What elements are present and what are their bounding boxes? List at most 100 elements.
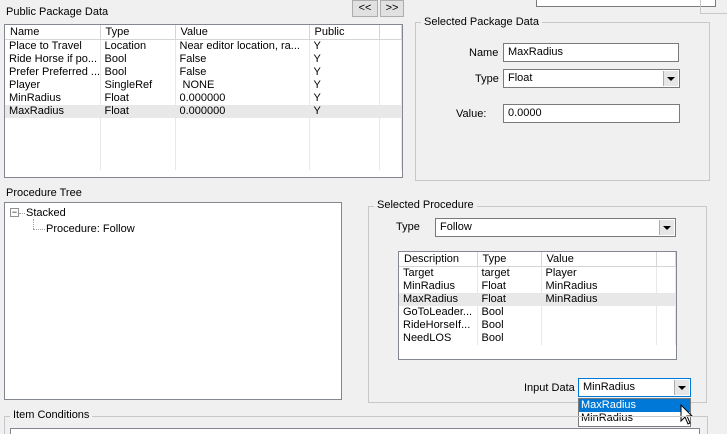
public-package-table: Name Type Value Public Place to Travel L… bbox=[5, 25, 402, 170]
procedure-tree[interactable]: − Stacked Procedure: Follow bbox=[4, 202, 342, 400]
table-row[interactable]: MinRadius Float 0.000000 Y bbox=[5, 92, 402, 105]
procedure-data-list[interactable]: Description Type Value Target target Pla… bbox=[398, 251, 677, 360]
selected-procedure-title: Selected Procedure bbox=[374, 199, 477, 211]
cell-public: Y bbox=[309, 53, 380, 66]
table-row[interactable]: MinRadius Float MinRadius bbox=[399, 280, 676, 293]
tree-node-stacked[interactable]: Stacked bbox=[26, 207, 66, 219]
cell-public: Y bbox=[309, 39, 380, 53]
partial-field bbox=[536, 0, 716, 7]
cell-type: Bool bbox=[477, 306, 542, 319]
cell-value: False bbox=[175, 53, 310, 66]
chevron-down-icon[interactable] bbox=[659, 220, 674, 235]
procedure-type-value: Follow bbox=[440, 221, 472, 233]
name-label: Name bbox=[469, 47, 499, 59]
cell-name: Place to Travel bbox=[5, 39, 101, 53]
cell-value bbox=[541, 319, 657, 332]
cell-type: Float bbox=[100, 92, 176, 105]
procedure-type-select[interactable]: Follow bbox=[435, 218, 676, 237]
cell-description: NeedLOS bbox=[399, 332, 478, 345]
public-package-list[interactable]: Name Type Value Public Place to Travel L… bbox=[4, 24, 403, 178]
next-package-button[interactable]: >> bbox=[380, 0, 404, 17]
column-header-value[interactable]: Value bbox=[541, 252, 657, 267]
table-row-empty bbox=[5, 144, 402, 157]
cell-filler bbox=[379, 79, 402, 92]
dropdown-option-maxradius[interactable]: MaxRadius bbox=[579, 399, 690, 412]
procedure-type-label: Type bbox=[396, 221, 420, 233]
cell-type: Bool bbox=[477, 319, 542, 332]
cell-value bbox=[541, 306, 657, 319]
cell-type: Bool bbox=[477, 332, 542, 345]
cell-value: False bbox=[175, 66, 310, 79]
cell-type: SingleRef bbox=[100, 79, 176, 92]
table-row-empty bbox=[5, 118, 402, 131]
table-row[interactable]: Player SingleRef NONE Y bbox=[5, 79, 402, 92]
value-field-value: 0.0000 bbox=[508, 107, 542, 119]
package-type-select[interactable]: Float bbox=[503, 69, 680, 88]
panel-edge bbox=[700, 0, 727, 14]
cell-name: Prefer Preferred ... bbox=[5, 66, 101, 79]
collapse-toggle-icon[interactable]: − bbox=[10, 208, 19, 217]
column-header-filler bbox=[379, 25, 402, 40]
table-row[interactable]: RideHorseIf... Bool bbox=[399, 319, 676, 332]
public-package-data-title: Public Package Data bbox=[6, 6, 109, 18]
cell-name: MinRadius bbox=[5, 92, 101, 105]
cell-filler bbox=[379, 66, 402, 79]
cell-type: Location bbox=[100, 39, 176, 53]
table-row[interactable]: GoToLeader... Bool bbox=[399, 306, 676, 319]
cell-value: Near editor location, ra... bbox=[175, 39, 310, 53]
cell-value: MinRadius bbox=[541, 280, 657, 293]
cell-type: target bbox=[477, 266, 542, 280]
cell-filler bbox=[379, 53, 402, 66]
column-header-type[interactable]: Type bbox=[100, 25, 176, 40]
procedure-data-table: Description Type Value Target target Pla… bbox=[399, 252, 676, 345]
previous-package-button[interactable]: << bbox=[352, 0, 378, 17]
column-header-description[interactable]: Description bbox=[399, 252, 478, 267]
cell-type: Float bbox=[477, 293, 542, 306]
table-row[interactable]: Ride Horse if po... Bool False Y bbox=[5, 53, 402, 66]
cell-name: Ride Horse if po... bbox=[5, 53, 101, 66]
cell-filler bbox=[379, 39, 402, 53]
cell-value: Player bbox=[541, 266, 657, 280]
cell-filler bbox=[379, 92, 402, 105]
item-conditions-list[interactable] bbox=[10, 428, 700, 434]
table-row[interactable]: NeedLOS Bool bbox=[399, 332, 676, 345]
cell-value: NONE bbox=[175, 79, 310, 92]
cell-description: Target bbox=[399, 266, 478, 280]
package-type-value: Float bbox=[508, 72, 533, 84]
tree-connector bbox=[33, 229, 45, 230]
cell-public: Y bbox=[309, 105, 380, 118]
selected-package-title: Selected Package Data bbox=[421, 16, 542, 28]
public-package-header-row: Name Type Value Public bbox=[5, 25, 402, 40]
column-header-type[interactable]: Type bbox=[477, 252, 542, 267]
cell-description: GoToLeader... bbox=[399, 306, 478, 319]
cell-value: MinRadius bbox=[541, 293, 657, 306]
input-data-select[interactable]: MinRadius bbox=[578, 378, 691, 397]
cell-value: 0.000000 bbox=[175, 105, 310, 118]
name-field[interactable]: MaxRadius bbox=[503, 43, 679, 62]
table-row-selected[interactable]: MaxRadius Float MinRadius bbox=[399, 293, 676, 306]
chevron-down-icon[interactable] bbox=[663, 71, 678, 86]
item-conditions-title: Item Conditions bbox=[10, 409, 93, 421]
cell-value: 0.000000 bbox=[175, 92, 310, 105]
chevron-down-icon[interactable] bbox=[674, 380, 689, 395]
cell-name: MaxRadius bbox=[5, 105, 101, 118]
cell-filler bbox=[656, 319, 676, 332]
value-field[interactable]: 0.0000 bbox=[503, 104, 680, 123]
table-row[interactable]: Prefer Preferred ... Bool False Y bbox=[5, 66, 402, 79]
cell-value bbox=[541, 332, 657, 345]
name-field-value: MaxRadius bbox=[508, 46, 564, 58]
type-label: Type bbox=[475, 73, 499, 85]
cell-filler bbox=[656, 306, 676, 319]
table-row-selected[interactable]: MaxRadius Float 0.000000 Y bbox=[5, 105, 402, 118]
cell-type: Bool bbox=[100, 53, 176, 66]
column-header-public[interactable]: Public bbox=[309, 25, 380, 40]
column-header-name[interactable]: Name bbox=[5, 25, 101, 40]
table-row[interactable]: Place to Travel Location Near editor loc… bbox=[5, 39, 402, 53]
tree-node-procedure-follow[interactable]: Procedure: Follow bbox=[46, 223, 135, 235]
column-header-filler bbox=[656, 252, 676, 267]
table-row-empty bbox=[5, 131, 402, 144]
table-row[interactable]: Target target Player bbox=[399, 266, 676, 280]
cell-public: Y bbox=[309, 66, 380, 79]
cell-public: Y bbox=[309, 92, 380, 105]
column-header-value[interactable]: Value bbox=[175, 25, 310, 40]
